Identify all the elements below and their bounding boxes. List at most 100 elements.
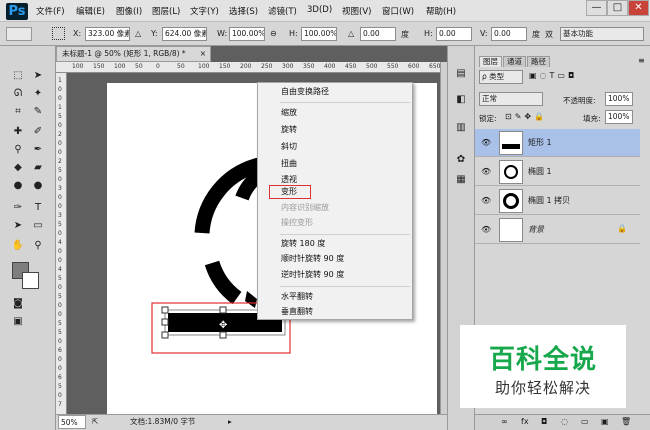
move-tool-icon[interactable]: ➤ bbox=[29, 68, 47, 84]
magic-wand-tool-icon[interactable]: ✦ bbox=[29, 86, 47, 102]
zoom-tool-icon[interactable]: ⚲ bbox=[29, 238, 47, 254]
menu-view[interactable]: 视图(V) bbox=[342, 5, 371, 17]
ruler-tick-label: 0 bbox=[58, 230, 62, 237]
menu-3d[interactable]: 3D(D) bbox=[307, 5, 332, 15]
layer-row-ellipse-copy[interactable]: 👁 椭圆 1 拷贝 bbox=[475, 187, 640, 215]
menu-item-distort[interactable]: 扭曲 bbox=[281, 158, 297, 170]
share-icon[interactable]: ⇱ bbox=[92, 415, 98, 429]
trash-icon[interactable]: 🗑 bbox=[621, 417, 631, 426]
link-icon[interactable]: ⊖ bbox=[270, 29, 277, 38]
close-tab-icon[interactable]: × bbox=[200, 47, 206, 61]
document-tab[interactable]: 未标题-1 @ 50% (矩形 1, RGB/8) * × bbox=[56, 46, 211, 62]
layer-row-background[interactable]: 👁 背景 🔒 bbox=[475, 216, 640, 244]
menu-item-rotate-180[interactable]: 旋转 180 度 bbox=[281, 238, 325, 250]
fill-field[interactable]: 100% bbox=[605, 110, 633, 124]
background-color-swatch[interactable] bbox=[22, 272, 39, 289]
eraser-tool-icon[interactable]: ◆ bbox=[9, 160, 27, 176]
layer-row-ellipse[interactable]: 👁 椭圆 1 bbox=[475, 158, 640, 186]
blend-mode-select[interactable]: 正常 bbox=[479, 92, 543, 106]
status-menu-arrow-icon[interactable]: ▸ bbox=[228, 415, 232, 429]
workspace-select[interactable]: 基本功能 bbox=[560, 27, 644, 41]
tab-layers[interactable]: 图层 bbox=[479, 56, 502, 67]
gradient-tool-icon[interactable]: ▰ bbox=[29, 160, 47, 176]
vertical-scrollbar[interactable] bbox=[440, 62, 447, 414]
new-group-icon[interactable]: ▭ bbox=[581, 417, 589, 426]
reference-point-icon[interactable] bbox=[52, 27, 65, 40]
menu-item-rotate-90-ccw[interactable]: 逆时针旋转 90 度 bbox=[281, 269, 344, 281]
properties-panel-icon[interactable]: ▥ bbox=[452, 120, 470, 136]
swatches-panel-icon[interactable]: ✿ bbox=[452, 152, 470, 168]
visibility-eye-icon[interactable]: 👁 bbox=[481, 225, 491, 235]
maximize-button[interactable]: □ bbox=[607, 0, 628, 16]
new-layer-icon[interactable]: ▣ bbox=[601, 417, 609, 426]
brush-tool-icon[interactable]: ✐ bbox=[29, 124, 47, 140]
menu-item-rotate-90-cw[interactable]: 顺时针旋转 90 度 bbox=[281, 253, 344, 265]
crop-tool-icon[interactable]: ⌗ bbox=[9, 104, 27, 120]
tab-paths[interactable]: 路径 bbox=[527, 56, 550, 67]
opacity-field[interactable]: 100% bbox=[605, 92, 633, 106]
panel-menu-icon[interactable]: ≡ bbox=[638, 56, 645, 65]
menu-window[interactable]: 窗口(W) bbox=[382, 5, 414, 17]
lasso-tool-icon[interactable]: ᘏ bbox=[9, 86, 27, 102]
adjustments-panel-icon[interactable]: ◧ bbox=[452, 92, 470, 108]
menu-item-flip-horizontal[interactable]: 水平翻转 bbox=[281, 291, 313, 303]
dodge-tool-icon[interactable]: ● bbox=[29, 178, 47, 194]
visibility-eye-icon[interactable]: 👁 bbox=[481, 167, 491, 177]
menu-item-rotate[interactable]: 旋转 bbox=[281, 124, 297, 136]
menu-help[interactable]: 帮助(H) bbox=[426, 5, 456, 17]
history-brush-tool-icon[interactable]: ✒ bbox=[29, 142, 47, 158]
clone-stamp-tool-icon[interactable]: ⚲ bbox=[9, 142, 27, 158]
close-window-button[interactable]: ✕ bbox=[628, 0, 649, 16]
zoom-field[interactable]: 50% bbox=[58, 415, 86, 429]
transform-handle bbox=[161, 331, 169, 339]
transform-tool-icon[interactable] bbox=[6, 27, 32, 41]
blur-tool-icon[interactable]: ● bbox=[9, 178, 27, 194]
eyedropper-tool-icon[interactable]: ✎ bbox=[29, 104, 47, 120]
width-field[interactable]: 100.00% bbox=[229, 27, 265, 41]
menu-image[interactable]: 图像(I) bbox=[116, 5, 142, 17]
relative-position-icon[interactable]: △ bbox=[135, 29, 141, 38]
menu-layer[interactable]: 图层(L) bbox=[152, 5, 180, 17]
layer-style-icon[interactable]: fx bbox=[521, 417, 529, 426]
type-tool-icon[interactable]: T bbox=[29, 200, 47, 216]
pen-tool-icon[interactable]: ✑ bbox=[9, 200, 27, 216]
menu-type[interactable]: 文字(Y) bbox=[190, 5, 219, 17]
adjustment-layer-icon[interactable]: ◌ bbox=[561, 417, 568, 426]
screen-mode-icon[interactable]: ▣ bbox=[9, 314, 27, 330]
lock-icons[interactable]: ⊡✎✥🔒 bbox=[505, 112, 547, 121]
menu-item-flip-vertical[interactable]: 垂直翻转 bbox=[281, 306, 313, 318]
menu-select[interactable]: 选择(S) bbox=[229, 5, 258, 17]
menu-item-free-transform-path[interactable]: 自由变换路径 bbox=[281, 86, 329, 98]
layer-row-rectangle[interactable]: 👁 矩形 1 bbox=[475, 129, 640, 157]
y-field[interactable]: 624.00 像素 bbox=[162, 27, 207, 41]
grid-panel-icon[interactable]: ▦ bbox=[452, 172, 470, 188]
hand-tool-icon[interactable]: ✋ bbox=[9, 238, 27, 254]
document-info[interactable]: 文档:1.83M/0 字节 bbox=[130, 415, 195, 429]
hskew-field[interactable]: 0.00 bbox=[436, 27, 472, 41]
interpolation-select[interactable]: 双 bbox=[545, 29, 553, 40]
menu-item-skew[interactable]: 斜切 bbox=[281, 141, 297, 153]
menu-item-scale[interactable]: 缩放 bbox=[281, 107, 297, 119]
menu-filter[interactable]: 滤镜(T) bbox=[268, 5, 297, 17]
marquee-tool-icon[interactable]: ⬚ bbox=[9, 68, 27, 84]
x-field[interactable]: 323.00 像素 bbox=[85, 27, 130, 41]
rectangle-tool-icon[interactable]: ▭ bbox=[29, 218, 47, 234]
angle-field[interactable]: 0.00 bbox=[360, 27, 396, 41]
visibility-eye-icon[interactable]: 👁 bbox=[481, 196, 491, 206]
menu-file[interactable]: 文件(F) bbox=[36, 5, 65, 17]
menu-item-warp[interactable]: 变形 bbox=[269, 185, 311, 199]
layer-filter-select[interactable]: ρ 类型 bbox=[479, 70, 523, 84]
path-selection-tool-icon[interactable]: ➤ bbox=[9, 218, 27, 234]
tab-channels[interactable]: 通道 bbox=[503, 56, 526, 67]
history-panel-icon[interactable]: ▤ bbox=[452, 66, 470, 82]
menu-edit[interactable]: 编辑(E) bbox=[76, 5, 105, 17]
filter-icons[interactable]: ▣◌T▭◘ bbox=[529, 71, 577, 80]
visibility-eye-icon[interactable]: 👁 bbox=[481, 138, 491, 148]
height-field[interactable]: 100.00% bbox=[301, 27, 337, 41]
healing-brush-tool-icon[interactable]: ✚ bbox=[9, 124, 27, 140]
minimize-button[interactable]: — bbox=[586, 0, 607, 16]
vskew-field[interactable]: 0.00 bbox=[491, 27, 527, 41]
quick-mask-icon[interactable]: ◙ bbox=[9, 296, 27, 312]
link-layers-icon[interactable]: ∞ bbox=[501, 417, 508, 426]
add-mask-icon[interactable]: ◘ bbox=[541, 417, 547, 426]
